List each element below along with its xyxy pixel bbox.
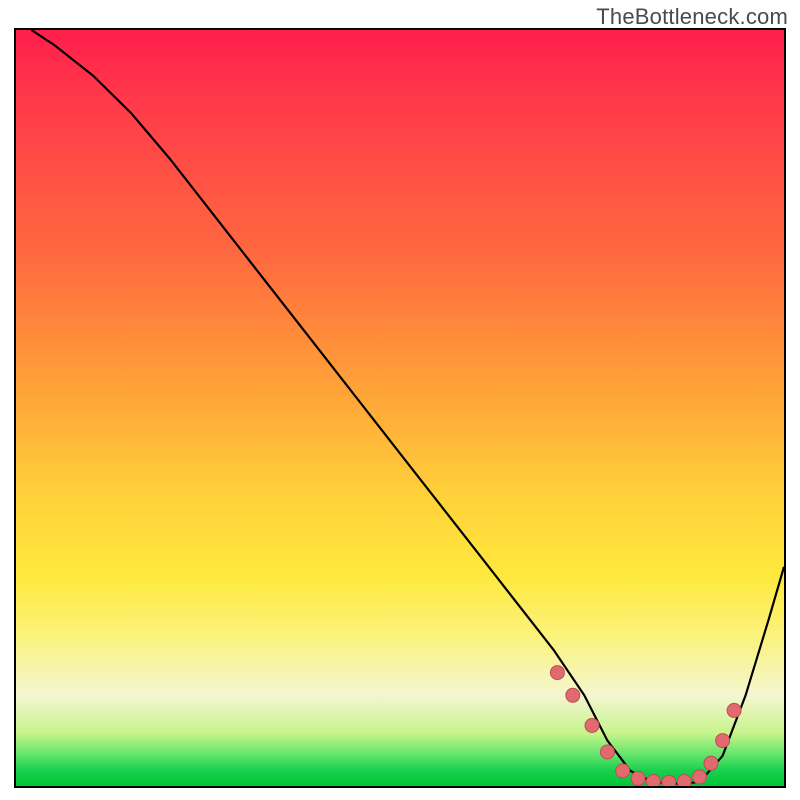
- highlight-dots-group: [550, 666, 741, 786]
- curve-overlay: [16, 30, 784, 786]
- highlight-dot: [693, 770, 707, 784]
- highlight-dot: [616, 764, 630, 778]
- bottleneck-curve: [31, 30, 784, 784]
- highlight-dot: [631, 771, 645, 785]
- highlight-dot: [566, 688, 580, 702]
- plot-frame: [14, 28, 786, 788]
- highlight-dot: [600, 745, 614, 759]
- highlight-dot: [727, 703, 741, 717]
- highlight-dot: [585, 719, 599, 733]
- highlight-dot: [704, 756, 718, 770]
- highlight-dot: [716, 734, 730, 748]
- watermark-text: TheBottleneck.com: [596, 4, 788, 30]
- chart-stage: TheBottleneck.com: [0, 0, 800, 800]
- highlight-dot: [646, 775, 660, 787]
- highlight-dot: [677, 775, 691, 787]
- highlight-dot: [550, 666, 564, 680]
- highlight-dot: [662, 775, 676, 786]
